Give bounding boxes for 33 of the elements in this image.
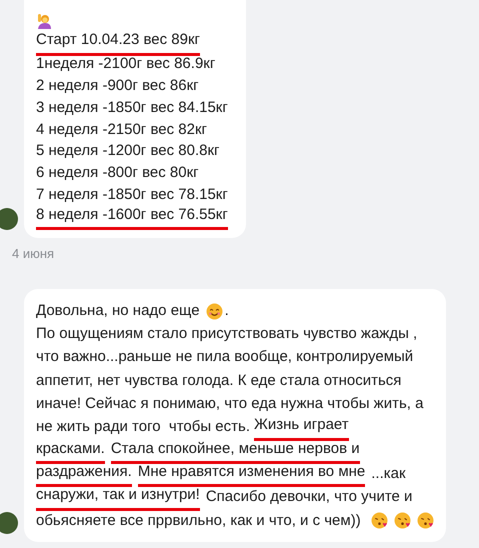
message-text: .	[224, 300, 229, 321]
underlined-text: Мне нравятся изменения во мне	[138, 460, 366, 488]
underlined-text: красками.	[36, 438, 105, 464]
raising-hand-person-icon	[36, 12, 52, 29]
message-text: 3 неделя -1850г вес 84.15кг	[36, 98, 228, 118]
underlined-text: Старт 10.04.23 вес 89кг	[36, 29, 200, 56]
message-text: аппетит, нет чувства голода. К еде стала относиться	[36, 370, 402, 391]
message-text: 7 неделя -1850г вес 78.15кг	[36, 185, 228, 206]
avatar	[0, 208, 18, 230]
message-text: не жить ради того чтобы есть.	[36, 417, 250, 438]
kissing-face-icon	[416, 512, 434, 530]
message-text: 6 неделя -800г вес 80кг	[36, 163, 199, 184]
message-text: Довольна, но надо еще	[36, 300, 200, 321]
message-text: 5 неделя -1200г вес 80.8кг	[36, 141, 220, 162]
underlined-text: Стала спокойнее, меньше нервов и	[110, 438, 360, 464]
underlined-text: 8 неделя -1600г вес 76.55кг	[36, 204, 228, 230]
message-text: По ощущениям стало присутствовать чувство жажды ,	[36, 324, 418, 344]
message-text: иначе! Сейчас я понимаю, что еда нужна чтобы жить, а	[36, 394, 424, 414]
message-text: Спасибо девочки, что учите и	[206, 487, 412, 508]
message-text: ...как	[371, 464, 406, 484]
smiling-face-icon	[206, 302, 223, 320]
underlined-text: Жизнь играет	[254, 414, 349, 441]
message-text: что важно...раньше не пила вообще, контролируемый	[36, 347, 414, 368]
kissing-face-icon	[370, 512, 388, 530]
message-text: обьясняете все пррвильно, как и что, и с чем))	[36, 510, 361, 531]
message-text: 1неделя -2100г вес 86.9кг	[36, 54, 216, 74]
date-label: 4 июня	[12, 244, 54, 263]
kissing-face-icon	[394, 512, 411, 530]
underlined-text: раздражения.	[36, 460, 132, 488]
underlined-text: снаружи, так и изнутри!	[36, 484, 200, 511]
message-text: 2 неделя -900г вес 86кг	[36, 76, 199, 96]
message-text: 4 неделя -2150г вес 82кг	[36, 120, 207, 140]
avatar	[0, 512, 18, 534]
